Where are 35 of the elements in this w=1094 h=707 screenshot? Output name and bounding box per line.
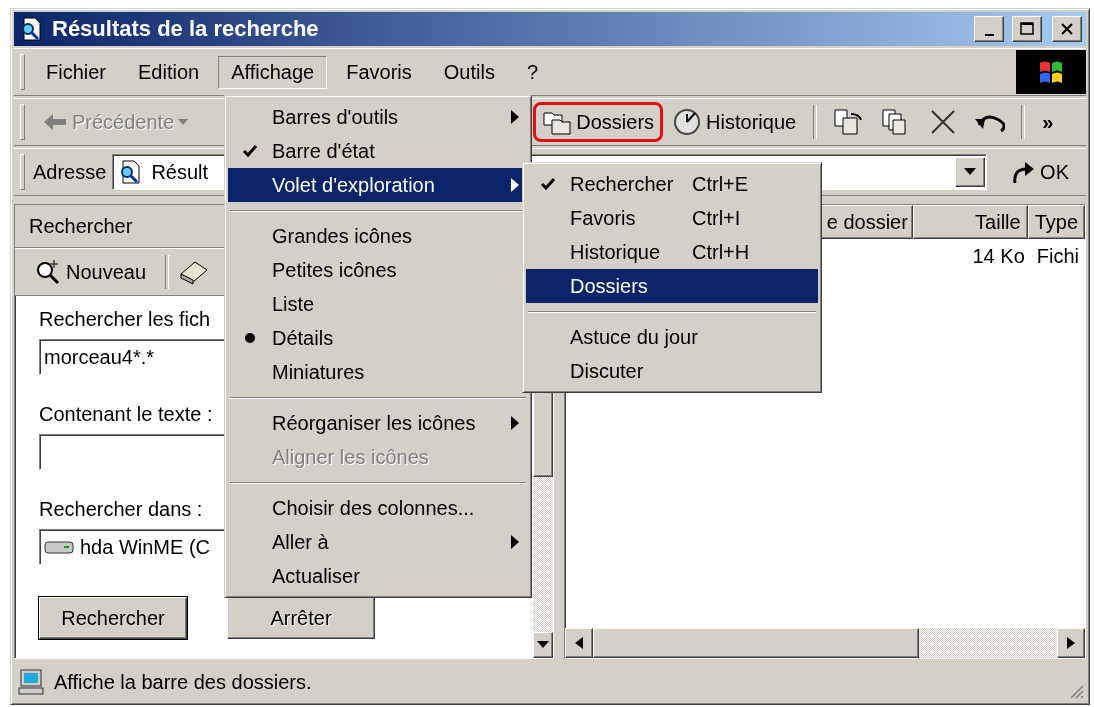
table-cell-text: 14 Ko [971,244,1026,268]
toolbar-button[interactable]: Historique [663,100,806,144]
menu-item[interactable]: Aller à [228,525,528,559]
field-label: Rechercher dans : [39,498,203,521]
menu-item[interactable]: Rechercher Ctrl+E [526,167,818,201]
new-search-button[interactable]: Nouveau [25,251,156,293]
column-header[interactable]: Taille [912,205,1028,239]
table-cell-text: Fichi [1035,244,1080,268]
menu-bar-item[interactable]: Edition [125,55,213,89]
menu-item[interactable]: Historique Ctrl+H [526,235,818,269]
field-label: Contenant le texte : [39,403,213,426]
address-label: Adresse [33,160,107,184]
go-button[interactable]: OK [997,152,1082,192]
menu-item[interactable]: Actualiser [228,559,528,593]
menu-item[interactable]: Dossiers [526,269,818,303]
column-header[interactable]: Type [1027,205,1085,239]
menu-bar-item[interactable]: Affichage [218,55,328,89]
menu-bar-item[interactable]: ? [513,55,552,89]
menu-bar-item[interactable]: Outils [430,55,508,89]
toolbar-button[interactable]: Dossiers [533,102,664,142]
menu-item[interactable]: Choisir des colonnes... [228,491,528,525]
menu-item[interactable]: Réorganiser les icônes [228,406,528,440]
menu-item[interactable]: Barre d'état [228,134,528,168]
window-title: Résultats de la recherche [52,16,320,42]
status-text: Affiche la barre des dossiers. [54,670,313,694]
more-button[interactable]: » [1033,103,1063,141]
menu-bar-item[interactable]: Fichier [33,55,119,89]
menu-bar-item[interactable]: Favoris [333,55,425,89]
menu-item[interactable]: Discuter [526,354,818,388]
menu-item[interactable]: Favoris Ctrl+I [526,201,818,235]
menu-item[interactable]: Astuce du jour [526,320,818,354]
menu-item[interactable]: Barres d'outils [228,100,528,134]
pane-title: Rechercher [29,214,133,238]
search-pane-button[interactable]: Rechercher [39,597,187,639]
field-label: Rechercher les fich [39,308,211,331]
